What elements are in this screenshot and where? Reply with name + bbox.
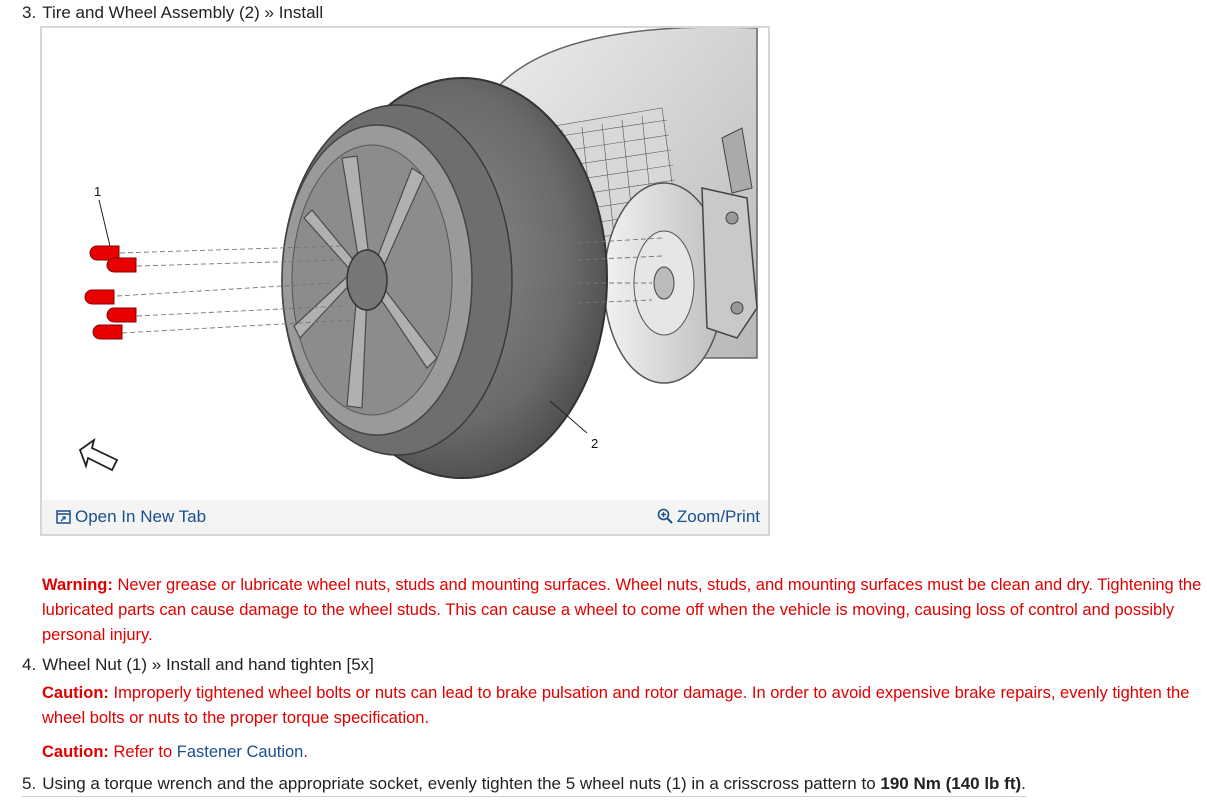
step-5: 5. Using a torque wrench and the appropri… (22, 774, 1026, 797)
caution-label: Caution: (42, 684, 109, 702)
wheel-nuts (84, 245, 137, 340)
caution-note-1: Caution: Improperly tightened wheel bolt… (42, 681, 1192, 731)
caution-note-2: Caution: Refer to Fastener Caution. (42, 740, 308, 765)
wheel-nut (106, 257, 137, 273)
step-3: 3. Tire and Wheel Assembly (2) » Install (22, 3, 323, 23)
warning-text: Never grease or lubricate wheel nuts, st… (42, 576, 1202, 644)
step-4: 4. Wheel Nut (1) » Install and hand tight… (22, 655, 374, 675)
open-new-tab-link[interactable]: Open In New Tab (56, 507, 206, 527)
zoom-print-link[interactable]: Zoom/Print (657, 507, 760, 527)
zoom-in-icon (657, 508, 673, 524)
wheel-nut (106, 307, 137, 323)
step-text: Using a torque wrench and the appropriat… (42, 774, 881, 793)
step-text: Tire and Wheel Assembly (2) » Install (42, 3, 324, 22)
warning-note: Warning: Never grease or lubricate wheel… (42, 573, 1202, 648)
caution-text-pre: Refer to (108, 743, 177, 761)
figure-container: 1 2 Open In New Tab Zoom/Print (40, 26, 770, 536)
caution-text: Improperly tightened wheel bolts or nuts… (42, 684, 1190, 727)
callout-1-label: 1 (94, 184, 101, 199)
callout-1-leader (98, 199, 111, 247)
torque-spec: 190 Nm (140 lb ft) (880, 774, 1022, 793)
step-number: 3. (22, 3, 37, 22)
open-new-tab-label: Open In New Tab (75, 507, 207, 526)
wheel-nut (84, 289, 115, 305)
step-number: 5. (22, 774, 37, 793)
fastener-caution-link[interactable]: Fastener Caution (177, 743, 304, 761)
warning-label: Warning: (42, 576, 113, 594)
step-text: Wheel Nut (1) » Install and hand tighten… (42, 655, 374, 674)
step-text-end: . (1021, 774, 1026, 793)
figure-toolbar: Open In New Tab Zoom/Print (42, 500, 768, 534)
zoom-print-label: Zoom/Print (676, 507, 760, 526)
brake-caliper (701, 187, 758, 339)
step-number: 4. (22, 655, 37, 674)
wheel-install-illustration: 1 2 (78, 28, 758, 479)
wheel-nut (92, 324, 123, 340)
caution-label: Caution: (42, 743, 109, 761)
open-new-tab-icon (56, 510, 71, 524)
callout-2-label: 2 (591, 436, 598, 451)
caution-text-post: . (303, 743, 308, 761)
front-arrow-icon (78, 437, 119, 472)
